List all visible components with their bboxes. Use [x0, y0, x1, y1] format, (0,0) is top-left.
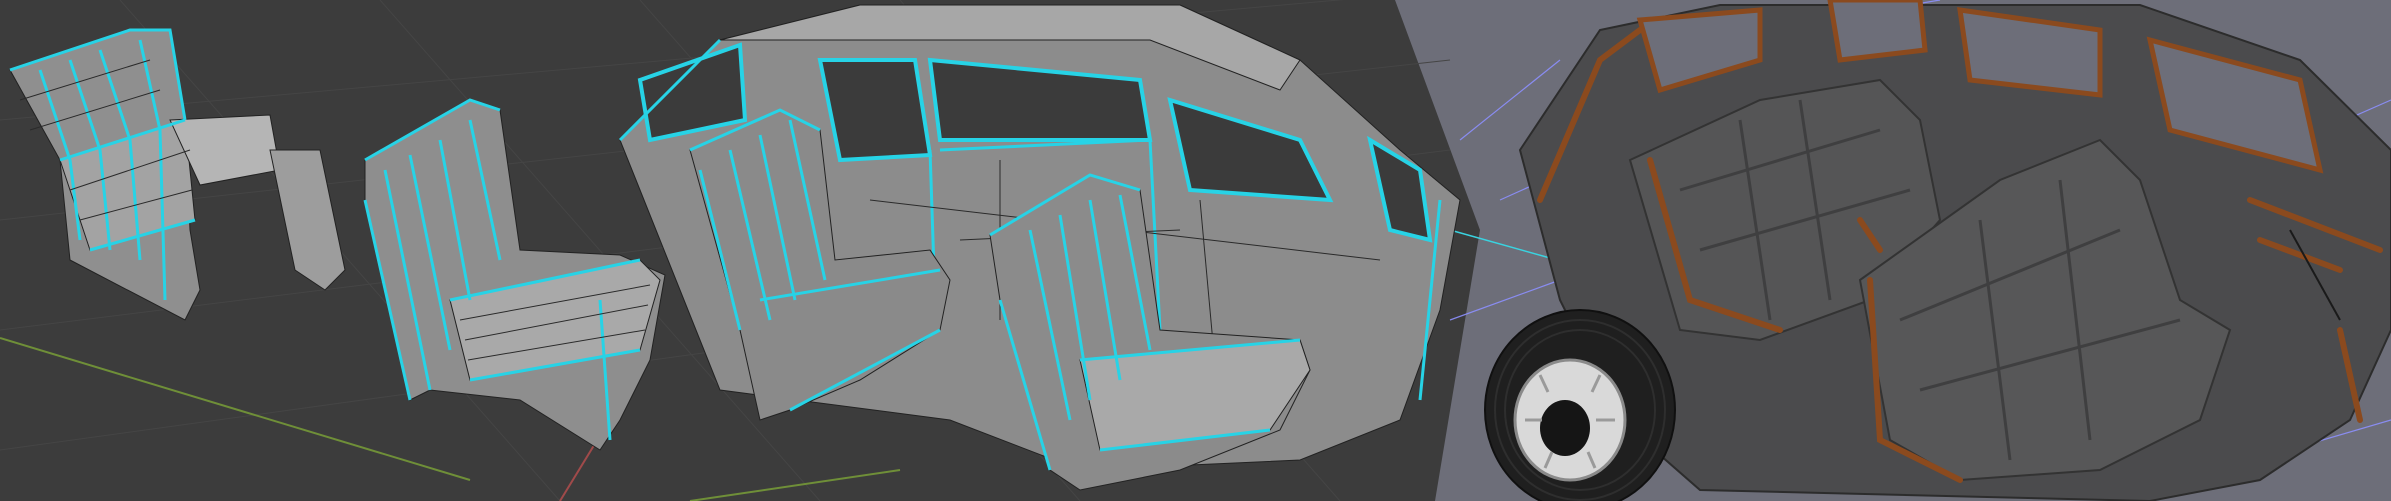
spare-wheel-render [1484, 309, 1676, 501]
image-stage [0, 0, 2391, 501]
scene-svg [0, 0, 2391, 501]
textured-car-interior-render [1484, 0, 2391, 501]
